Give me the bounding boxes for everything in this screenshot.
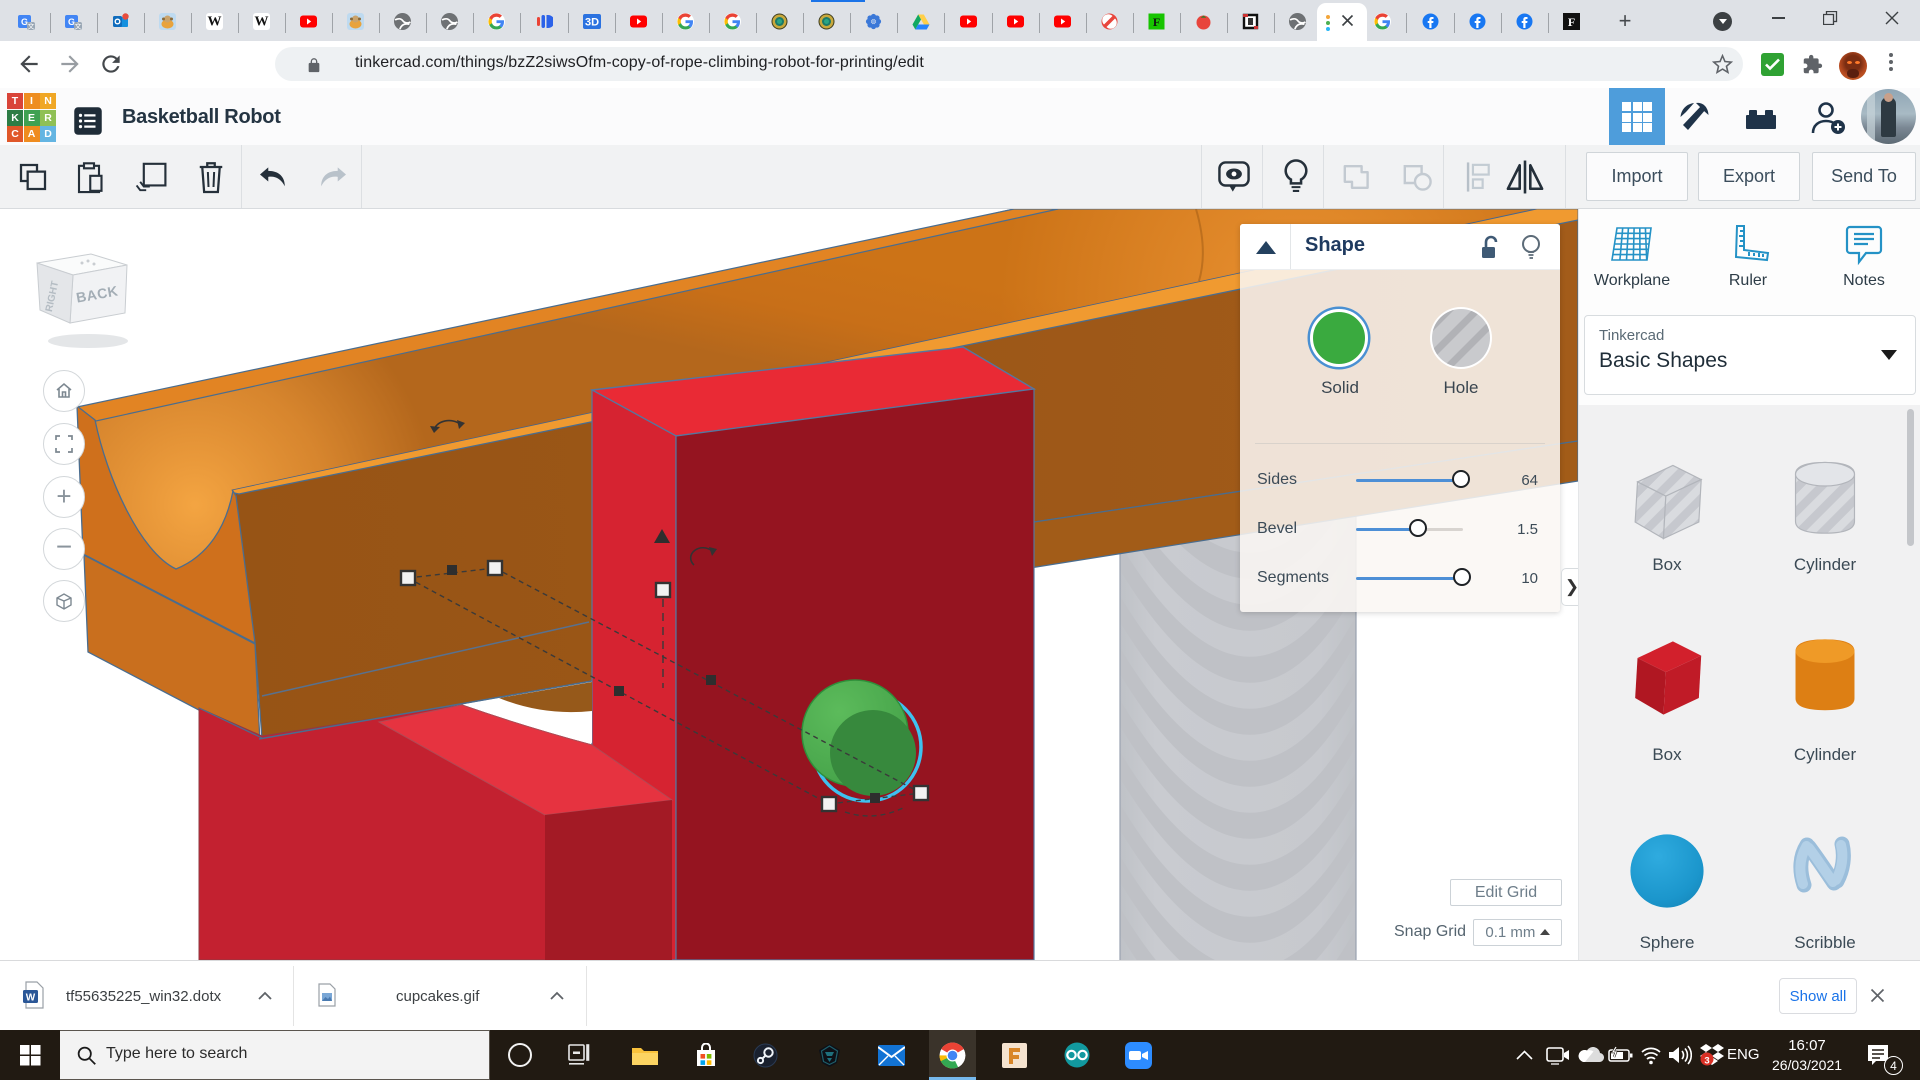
- svg-text:3D: 3D: [585, 17, 599, 29]
- svg-text:文: 文: [28, 22, 35, 31]
- svg-text:文: 文: [75, 22, 82, 31]
- svg-text:3: 3: [1704, 1056, 1709, 1067]
- svg-text:F: F: [1568, 15, 1575, 29]
- svg-text:F: F: [1153, 15, 1160, 29]
- svg-text:W: W: [26, 993, 36, 1004]
